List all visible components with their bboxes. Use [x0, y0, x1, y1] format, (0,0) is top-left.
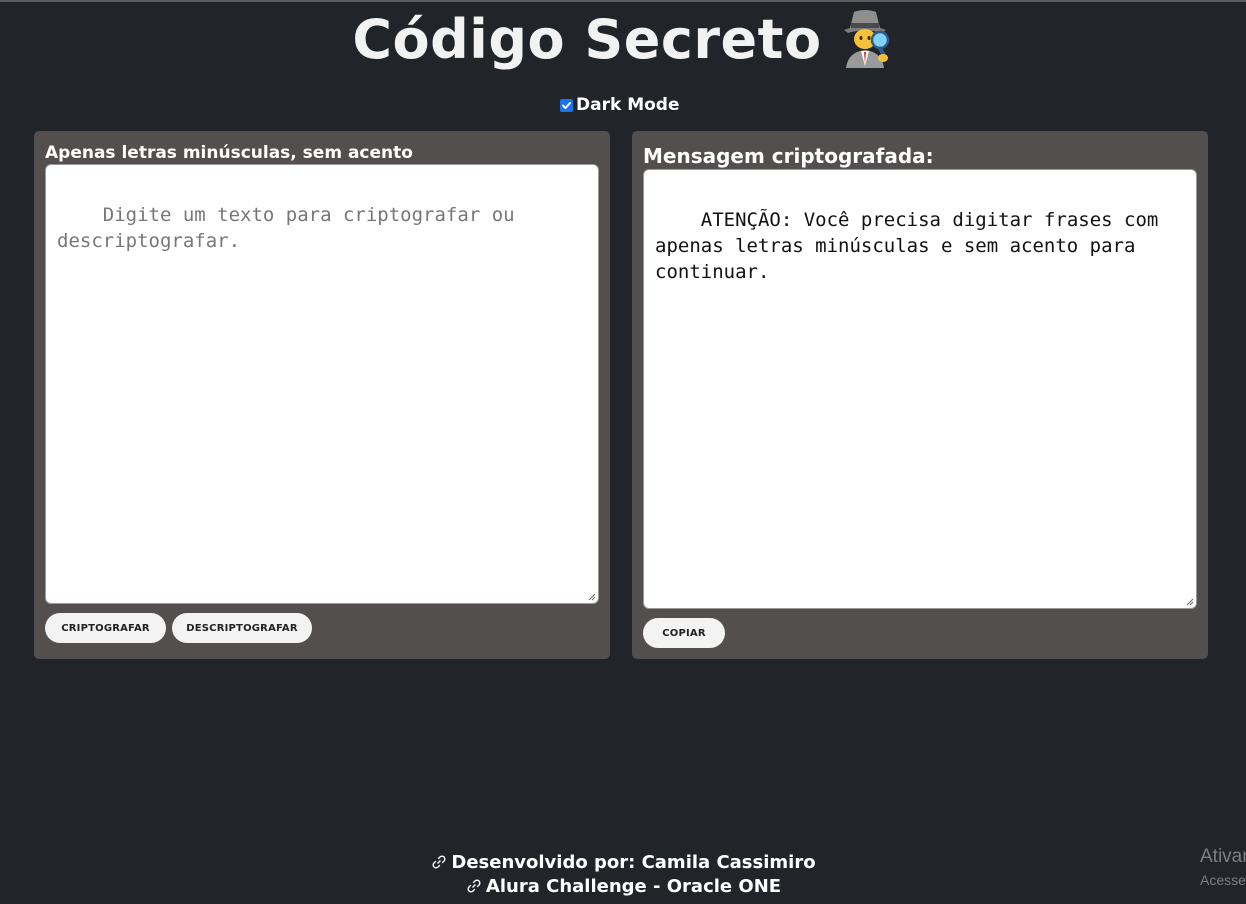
output-panel: Mensagem criptografada: ATENÇÃO: Você pr…	[632, 131, 1208, 659]
page-title-text: Código Secreto	[352, 8, 822, 71]
input-panel-label: Apenas letras minúsculas, sem acento	[45, 143, 413, 163]
decrypt-button[interactable]: DESCRIPTOGRAFAR	[172, 613, 312, 643]
dark-mode-toggle[interactable]: Dark Mode	[560, 94, 680, 116]
activation-watermark-title: Ativar	[1200, 846, 1246, 867]
message-input[interactable]: Digite um texto para criptografar ou des…	[45, 164, 599, 604]
dark-mode-checkbox[interactable]	[560, 98, 573, 112]
input-panel: Apenas letras minúsculas, sem acento Dig…	[34, 131, 610, 659]
activation-watermark-subtitle: Acesse	[1200, 872, 1246, 888]
message-output-text: ATENÇÃO: Você precisa digitar frases com…	[655, 209, 1170, 283]
footer-challenge-text: Alura Challenge - Oracle ONE	[485, 876, 782, 897]
checkmark-icon	[562, 101, 571, 109]
footer-author-text: Desenvolvido por: Camila Cassimiro	[451, 852, 816, 873]
detective-emoji-icon	[836, 6, 894, 70]
dark-mode-label: Dark Mode	[576, 95, 680, 115]
link-icon	[467, 879, 481, 893]
top-border	[0, 0, 1246, 2]
link-icon	[432, 855, 446, 869]
resize-grip-icon[interactable]	[1184, 596, 1194, 606]
message-input-placeholder: Digite um texto para criptografar ou des…	[57, 204, 527, 252]
encrypt-button[interactable]: CRIPTOGRAFAR	[45, 613, 166, 643]
page-title: Código Secreto	[0, 6, 1246, 73]
resize-grip-icon[interactable]	[586, 591, 596, 601]
footer-challenge-link[interactable]: Alura Challenge - Oracle ONE	[0, 876, 1246, 897]
output-panel-label: Mensagem criptografada:	[643, 144, 934, 168]
message-output[interactable]: ATENÇÃO: Você precisa digitar frases com…	[643, 169, 1197, 609]
copy-button[interactable]: COPIAR	[643, 618, 725, 648]
footer-author-link[interactable]: Desenvolvido por: Camila Cassimiro	[0, 852, 1246, 873]
